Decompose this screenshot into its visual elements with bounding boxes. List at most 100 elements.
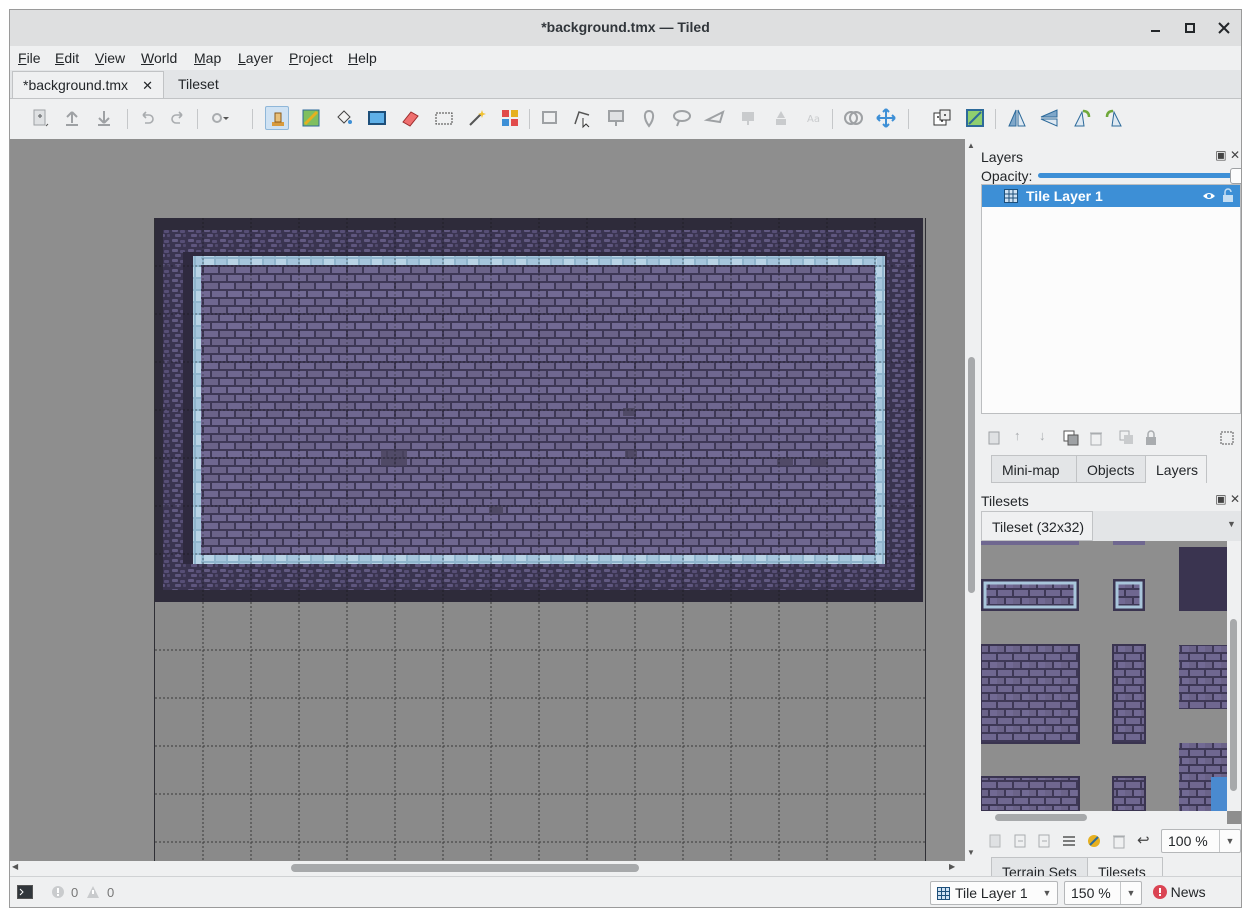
tab-layers[interactable]: Layers — [1145, 455, 1207, 483]
tileset-vertical-scrollbar[interactable] — [1227, 541, 1241, 811]
menu-layer[interactable]: Layer — [238, 50, 273, 66]
tileset-hscroll-thumb[interactable] — [995, 814, 1087, 821]
menu-file[interactable]: File — [18, 50, 41, 66]
menu-map[interactable]: Map — [194, 50, 221, 66]
scroll-right-icon[interactable]: ▶ — [949, 862, 955, 871]
chevron-down-icon[interactable]: ▼ — [1227, 519, 1236, 529]
tileset-vscroll-thumb[interactable] — [1230, 619, 1237, 791]
scroll-down-icon[interactable]: ▼ — [967, 848, 975, 857]
lock-icon[interactable] — [1222, 188, 1234, 203]
rect-select-button[interactable] — [432, 106, 456, 130]
tilesets-dock-title: Tilesets — [981, 493, 1029, 509]
edit-tileset-icon[interactable] — [1086, 833, 1102, 849]
highlight-layer-icon[interactable] — [1219, 430, 1235, 446]
chevron-down-icon: ▼ — [1042, 888, 1052, 898]
menu-world[interactable]: World — [141, 50, 177, 66]
flip-horizontal-button[interactable] — [1005, 106, 1029, 130]
float-dock-icon[interactable]: ▣ — [1215, 492, 1226, 506]
lower-layer-icon[interactable]: ↓ — [1039, 428, 1046, 443]
eraser-button[interactable] — [398, 106, 422, 130]
tab-background-tmx[interactable]: *background.tmx ✕ — [12, 71, 164, 98]
news-button[interactable]: News — [1153, 884, 1206, 900]
menu-edit[interactable]: Edit — [55, 50, 79, 66]
random-mode-button[interactable] — [930, 106, 954, 130]
tab-tileset-tsx[interactable]: Tileset (32x32).tsx✕ — [168, 71, 322, 119]
export-tileset-icon[interactable] — [1036, 833, 1052, 849]
eye-icon[interactable] — [1202, 190, 1216, 202]
bucket-fill-button[interactable] — [332, 106, 356, 130]
insert-polygon-button[interactable] — [703, 106, 727, 130]
map-canvas[interactable] — [10, 139, 965, 861]
edit-polygons-button[interactable] — [570, 106, 594, 130]
layer-row-tile-layer-1[interactable]: Tile Layer 1 — [982, 185, 1240, 207]
delete-tileset-icon[interactable] — [1111, 833, 1127, 849]
flip-vertical-button[interactable] — [1037, 106, 1061, 130]
magic-wand-button[interactable] — [465, 106, 489, 130]
insert-point-button[interactable] — [637, 106, 661, 130]
tileset-properties-icon[interactable] — [1061, 833, 1077, 849]
terrain-brush-button[interactable] — [299, 106, 323, 130]
delete-layer-icon[interactable] — [1088, 430, 1104, 446]
vertical-scroll-thumb[interactable] — [968, 357, 975, 593]
tileset-horizontal-scrollbar[interactable] — [981, 811, 1227, 824]
world-tool-button[interactable] — [841, 106, 865, 130]
import-tileset-icon[interactable] — [1012, 833, 1028, 849]
console-icon[interactable] — [17, 885, 33, 899]
zoom-value: 150 % — [1071, 885, 1111, 901]
tab-tileset-32x32[interactable]: Tileset (32x32) — [981, 511, 1093, 541]
horizontal-scroll-thumb[interactable] — [291, 864, 639, 872]
new-tileset-icon[interactable] — [987, 833, 1003, 849]
minimize-button[interactable] — [1146, 18, 1166, 38]
tileset-view[interactable] — [981, 541, 1241, 824]
map-vertical-scrollbar[interactable]: ▲ ▼ — [965, 139, 978, 861]
rotate-right-button[interactable] — [1102, 106, 1126, 130]
scroll-up-icon[interactable]: ▲ — [967, 141, 975, 150]
insert-template-button[interactable] — [769, 106, 793, 130]
move-button[interactable] — [874, 106, 898, 130]
zoom-select[interactable]: 150 % ▼ — [1064, 881, 1142, 905]
insert-rectangle-button[interactable] — [604, 106, 628, 130]
merge-layer-icon[interactable] — [1119, 430, 1135, 446]
wang-fill-button[interactable] — [963, 106, 987, 130]
commands-button[interactable] — [206, 106, 230, 130]
insert-ellipse-button[interactable] — [670, 106, 694, 130]
rotate-left-button[interactable] — [1070, 106, 1094, 130]
menu-project[interactable]: Project — [289, 50, 333, 66]
lock-all-icon[interactable] — [1143, 430, 1159, 446]
tileset-zoom-select[interactable]: 100 % ▼ — [1161, 829, 1241, 853]
maximize-button[interactable] — [1180, 18, 1200, 38]
undo-button[interactable] — [135, 106, 159, 130]
error-icon[interactable] — [51, 885, 65, 899]
select-objects-button[interactable] — [538, 106, 562, 130]
map-horizontal-scrollbar[interactable]: ◀ ▶ — [10, 861, 965, 875]
scroll-left-icon[interactable]: ◀ — [12, 862, 18, 871]
new-button[interactable] — [28, 106, 52, 130]
gear-icon — [212, 113, 229, 123]
opacity-slider-handle[interactable] — [1230, 168, 1241, 184]
dynamic-wrapping-icon[interactable]: ↩ — [1137, 831, 1150, 849]
close-dock-icon[interactable]: ✕ — [1230, 492, 1240, 506]
close-dock-icon[interactable]: ✕ — [1230, 148, 1240, 162]
stamp-brush-button[interactable] — [265, 106, 289, 130]
insert-tile-button[interactable] — [736, 106, 760, 130]
close-window-button[interactable] — [1214, 18, 1234, 38]
close-tab-icon[interactable]: ✕ — [142, 78, 153, 93]
select-same-tile-button[interactable] — [498, 106, 522, 130]
insert-tile-icon — [742, 112, 754, 125]
layer-select[interactable]: Tile Layer 1 ▼ — [930, 881, 1058, 905]
redo-button[interactable] — [166, 106, 190, 130]
insert-text-button[interactable]: Aa — [802, 106, 826, 130]
opacity-slider[interactable] — [1038, 173, 1234, 178]
shape-fill-button[interactable] — [365, 106, 389, 130]
duplicate-layer-icon[interactable] — [1063, 430, 1079, 446]
tab-mini-map[interactable]: Mini-map — [991, 455, 1077, 483]
float-dock-icon[interactable]: ▣ — [1215, 148, 1226, 162]
add-layer-icon[interactable] — [987, 430, 1003, 446]
raise-layer-icon[interactable]: ↑ — [1014, 428, 1021, 443]
menu-help[interactable]: Help — [348, 50, 377, 66]
menu-view[interactable]: View — [95, 50, 125, 66]
warning-icon[interactable] — [86, 885, 100, 899]
open-button[interactable] — [60, 106, 84, 130]
save-button[interactable] — [92, 106, 116, 130]
tab-objects[interactable]: Objects — [1076, 455, 1146, 483]
